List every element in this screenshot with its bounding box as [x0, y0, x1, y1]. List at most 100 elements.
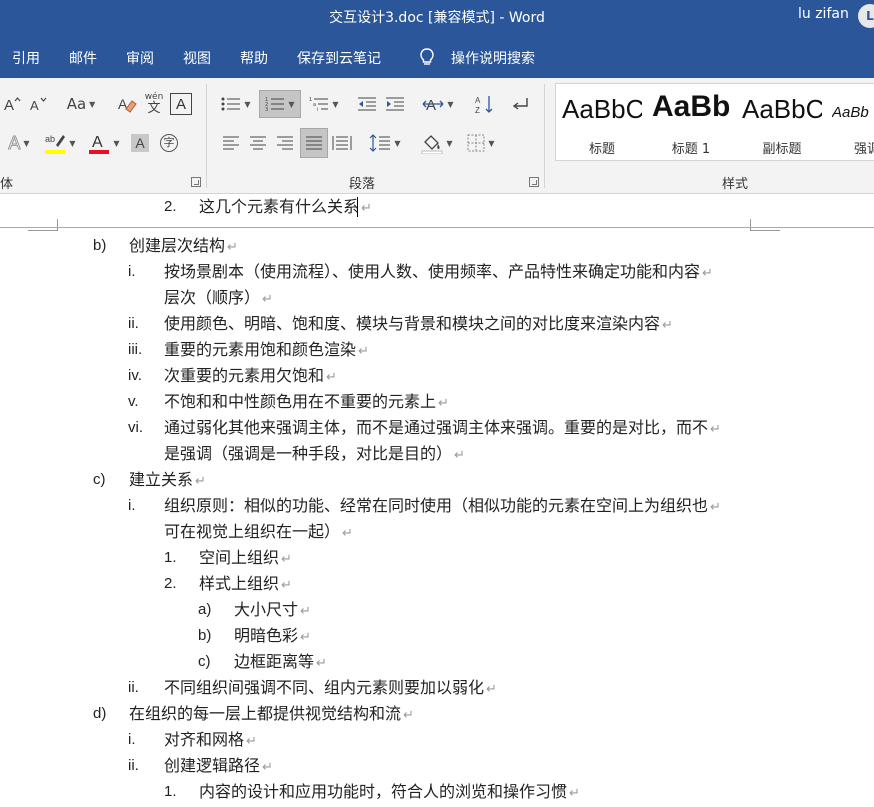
style-heading-1[interactable]: AaBb 标题 1	[652, 84, 730, 160]
paragraph-mark: ↵	[195, 474, 206, 489]
paragraph-group-label: 段落	[349, 177, 376, 192]
character-shading-button[interactable]: A	[130, 132, 150, 154]
paragraph-dialog-launcher[interactable]	[529, 177, 539, 187]
increase-indent-button[interactable]	[383, 92, 407, 116]
bullets-button[interactable]: ▼	[218, 92, 254, 116]
list-item[interactable]: 不饱和和中性颜色用在不重要的元素上 ↵	[164, 392, 449, 414]
paragraph-mark: ↵	[662, 318, 673, 333]
style-name: 标题 1	[671, 142, 711, 157]
clear-formatting-button[interactable]: A	[116, 92, 138, 116]
style-name: 副标题	[762, 142, 802, 157]
list-item[interactable]: 按场景剧本（使用流程）、使用人数、使用频率、产品特性来确定功能和内容 ↵	[164, 262, 713, 284]
lightbulb-icon[interactable]	[418, 47, 436, 67]
justify-button[interactable]	[300, 128, 328, 158]
decrease-indent-icon	[358, 97, 376, 111]
list-item[interactable]: 重要的元素用饱和颜色渲染 ↵	[164, 340, 369, 362]
list-item[interactable]: 建立关系 ↵	[129, 470, 206, 492]
borders-button[interactable]: ▼	[462, 130, 500, 156]
list-item[interactable]: 对齐和网格 ↵	[164, 730, 257, 752]
phonetic-guide-button[interactable]: wén 文	[144, 90, 164, 118]
list-marker: c)	[198, 653, 211, 670]
list-item[interactable]: 创建逻辑路径 ↵	[164, 756, 273, 778]
grow-font-button[interactable]: A	[2, 92, 22, 116]
align-right-icon	[277, 136, 293, 150]
svg-text:Z: Z	[475, 106, 480, 114]
font-color-icon: A	[89, 134, 110, 154]
paragraph-mark: ↵	[710, 422, 721, 437]
chevron-down-icon: ▼	[394, 138, 401, 148]
chevron-down-icon: ▼	[447, 99, 454, 109]
align-right-button[interactable]	[273, 130, 297, 156]
paragraph-mark: ↵	[316, 656, 327, 671]
list-marker: a)	[198, 601, 212, 618]
tab-mailings[interactable]: 邮件	[69, 48, 97, 68]
list-item[interactable]: 边框距离等 ↵	[234, 652, 327, 674]
character-border-button[interactable]: A	[170, 93, 192, 115]
increase-indent-icon	[386, 97, 404, 111]
align-left-button[interactable]	[219, 130, 243, 156]
show-paragraph-marks-button[interactable]	[508, 92, 532, 116]
enclose-characters-icon: 字	[160, 134, 178, 152]
list-item[interactable]: 不同组织间强调不同、组内元素则要加以弱化 ↵	[164, 678, 497, 700]
font-color-button[interactable]: A ▼	[86, 130, 122, 156]
shading-button[interactable]: ▼	[418, 130, 456, 156]
tab-view[interactable]: 视图	[183, 48, 211, 68]
style-subtitle[interactable]: AaBbC 副标题	[742, 84, 822, 160]
list-marker: vi.	[128, 419, 143, 436]
list-marker: iii.	[128, 341, 143, 358]
eraser-icon: A	[118, 96, 137, 113]
chevron-down-icon: ▼	[488, 138, 495, 148]
line-spacing-icon	[369, 134, 391, 152]
list-marker: ii.	[128, 757, 139, 774]
align-center-button[interactable]	[246, 130, 270, 156]
phonetic-char-icon: 文	[147, 100, 161, 116]
line-spacing-button[interactable]: ▼	[366, 130, 404, 156]
list-item[interactable]: 是强调（强调是一种手段，对比是目的） ↵	[164, 444, 465, 466]
highlight-color-button[interactable]: ab ▼	[42, 130, 78, 156]
numbering-button[interactable]: 1 2 3 ▼	[259, 90, 301, 118]
shrink-font-button[interactable]: A	[28, 92, 48, 116]
list-marker: c)	[93, 471, 106, 488]
tell-me-search[interactable]: 操作说明搜索	[451, 48, 535, 68]
list-item[interactable]: 这几个元素有什么关系 ↵	[199, 197, 372, 219]
tab-help[interactable]: 帮助	[240, 48, 268, 68]
tab-references[interactable]: 引用	[12, 48, 40, 68]
tab-save-to-cloud-note[interactable]: 保存到云笔记	[297, 48, 381, 68]
page-break-line	[0, 227, 874, 228]
list-item[interactable]: 使用颜色、明暗、饱和度、模块与背景和模块之间的对比度来渲染内容 ↵	[164, 314, 673, 336]
list-marker: b)	[198, 627, 212, 644]
list-item[interactable]: 组织原则：相似的功能、经常在同时使用（相似功能的元素在空间上为组织也 ↵	[164, 496, 721, 518]
text-effects-button[interactable]: A ▼	[2, 130, 36, 156]
sort-button[interactable]: AZ	[472, 92, 496, 116]
list-item[interactable]: 空间上组织 ↵	[199, 548, 292, 570]
list-item[interactable]: 在组织的每一层上都提供视觉结构和流 ↵	[129, 704, 414, 726]
paragraph-mark: ↵	[710, 500, 721, 515]
chevron-down-icon: ▼	[69, 138, 76, 148]
list-item[interactable]: 通过弱化其他来强调主体，而不是通过强调主体来强调。重要的是对比，而不 ↵	[164, 418, 721, 440]
svg-text:A: A	[30, 98, 39, 113]
list-item[interactable]: 层次（顺序） ↵	[164, 288, 273, 310]
list-item[interactable]: 大小尺寸 ↵	[234, 600, 311, 622]
list-item[interactable]: 可在视觉上组织在一起） ↵	[164, 522, 353, 544]
list-item[interactable]: 样式上组织 ↵	[199, 574, 292, 596]
enclose-characters-button[interactable]: 字	[158, 132, 180, 154]
multilevel-list-button[interactable]: 1 a i ▼	[306, 92, 342, 116]
font-dialog-launcher[interactable]	[191, 177, 201, 187]
list-item[interactable]: 明暗色彩 ↵	[234, 626, 311, 648]
change-case-button[interactable]: Aa ▼	[62, 92, 100, 116]
document-area[interactable]: 2. 这几个元素有什么关系 ↵ b) 创建层次结构 ↵ i. 按场景剧本（使用流程）、使用人数…	[0, 195, 874, 807]
align-justify-icon	[306, 136, 322, 150]
user-name[interactable]: lu zifan	[798, 6, 849, 22]
list-item[interactable]: 次重要的元素用欠饱和 ↵	[164, 366, 337, 388]
tab-review[interactable]: 审阅	[126, 48, 154, 68]
paragraph-mark: ↵	[438, 396, 449, 411]
decrease-indent-button[interactable]	[355, 92, 379, 116]
distributed-button[interactable]	[330, 130, 354, 156]
style-emphasis[interactable]: AaBb 强调	[832, 84, 874, 160]
svg-text:A: A	[4, 97, 14, 113]
list-marker: ii.	[128, 679, 139, 696]
style-title[interactable]: AaBbC 标题	[562, 84, 642, 160]
list-item[interactable]: 内容的设计和应用功能时，符合人的浏览和操作习惯 ↵	[199, 782, 580, 804]
list-item[interactable]: 创建层次结构 ↵	[129, 236, 238, 258]
chinese-layout-button[interactable]: A ▼	[420, 92, 456, 116]
